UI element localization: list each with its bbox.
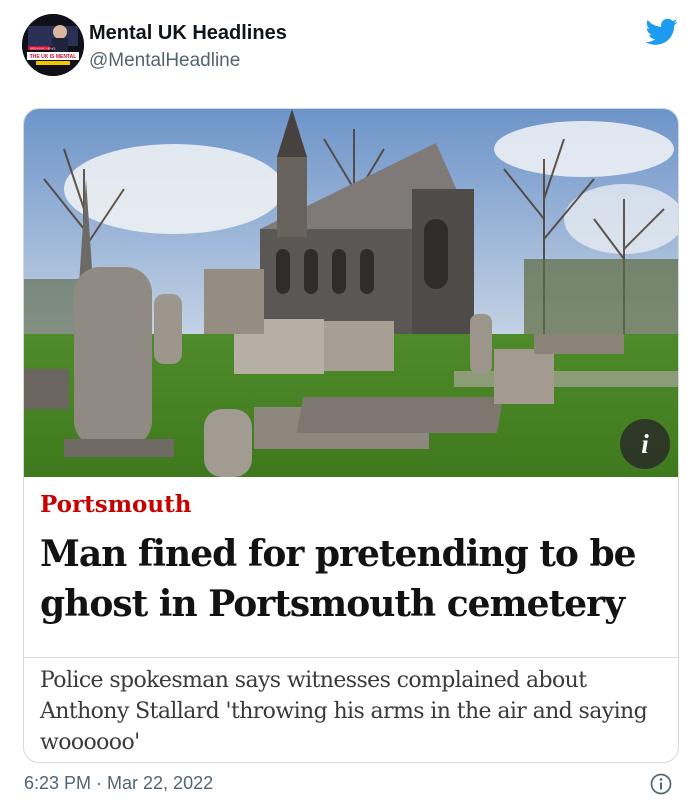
avatar-badge-text: BREAKING NEWS (30, 46, 55, 50)
avatar[interactable]: BREAKING NEWS THE UK IS MENTAL (22, 14, 84, 76)
article-headline: Man fined for pretending to be ghost in … (40, 533, 637, 625)
info-button[interactable]: i (620, 419, 670, 469)
article-card[interactable]: i Portsmouth Man fined for pretending to… (23, 108, 679, 763)
tweet: BREAKING NEWS THE UK IS MENTAL Mental UK… (0, 0, 700, 802)
author-display-name[interactable]: Mental UK Headlines (89, 22, 287, 45)
article-standfirst: Police spokesman says witnesses complain… (40, 668, 648, 755)
avatar-image: BREAKING NEWS THE UK IS MENTAL (22, 14, 84, 76)
cemetery-photo[interactable] (24, 109, 678, 477)
author-handle[interactable]: @MentalHeadline (89, 50, 240, 72)
card-divider (24, 657, 678, 658)
article-kicker: Portsmouth (40, 491, 192, 518)
twitter-bird-icon[interactable] (646, 18, 678, 46)
tweet-header: BREAKING NEWS THE UK IS MENTAL Mental UK… (22, 14, 682, 80)
info-circle-icon[interactable] (650, 773, 672, 795)
avatar-banner-text: THE UK IS MENTAL (30, 54, 77, 60)
tweet-timestamp[interactable]: 6:23 PM · Mar 22, 2022 (24, 773, 213, 794)
